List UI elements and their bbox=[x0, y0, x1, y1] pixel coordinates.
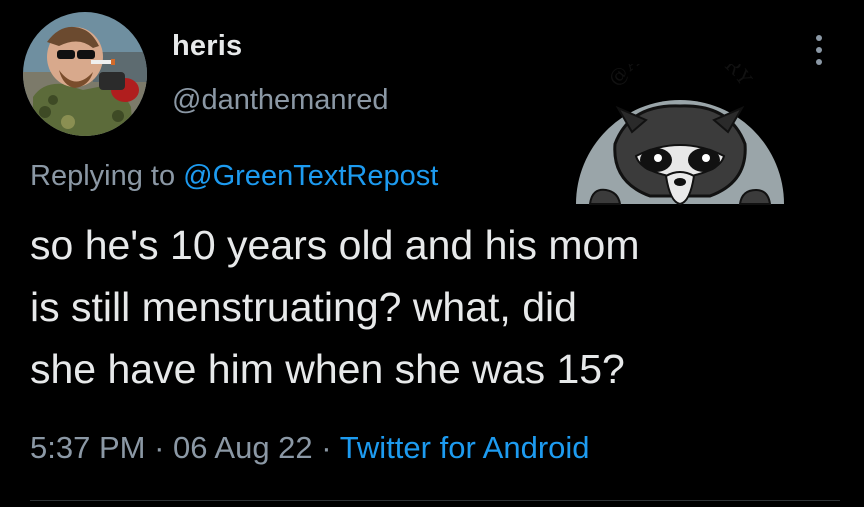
tweet-text-line: so he's 10 years old and his mom bbox=[30, 222, 640, 268]
separator-dot: · bbox=[321, 430, 332, 465]
watermark-text: @ASK_AUBRY bbox=[604, 64, 755, 90]
user-handle[interactable]: @danthemanred bbox=[172, 84, 388, 117]
display-name[interactable]: heris bbox=[172, 30, 242, 63]
tweet-metadata: 5:37 PM · 06 Aug 22 · Twitter for Androi… bbox=[30, 430, 590, 466]
more-vertical-icon[interactable] bbox=[804, 32, 834, 68]
tweet-time[interactable]: 5:37 PM bbox=[30, 430, 145, 465]
replying-prefix: Replying to bbox=[30, 160, 176, 192]
tweet-source-link[interactable]: Twitter for Android bbox=[340, 430, 590, 465]
tweet-text-line: is still menstruating? what, did bbox=[30, 284, 577, 330]
svg-text:@ASK_AUBRY: @ASK_AUBRY bbox=[604, 64, 756, 90]
raccoon-logo: @ASK_AUBRY bbox=[570, 64, 790, 214]
tweet-text: so he's 10 years old and his mom is stil… bbox=[30, 214, 840, 400]
tweet-text-line: she have him when she was 15? bbox=[30, 346, 625, 392]
divider bbox=[30, 500, 840, 501]
avatar-image bbox=[23, 12, 147, 136]
tweet-date[interactable]: 06 Aug 22 bbox=[173, 430, 313, 465]
replying-handle-link[interactable]: @GreenTextRepost bbox=[183, 160, 438, 192]
separator-dot: · bbox=[154, 430, 165, 465]
replying-to: Replying to @GreenTextRepost bbox=[30, 160, 438, 193]
user-avatar[interactable] bbox=[23, 12, 147, 136]
